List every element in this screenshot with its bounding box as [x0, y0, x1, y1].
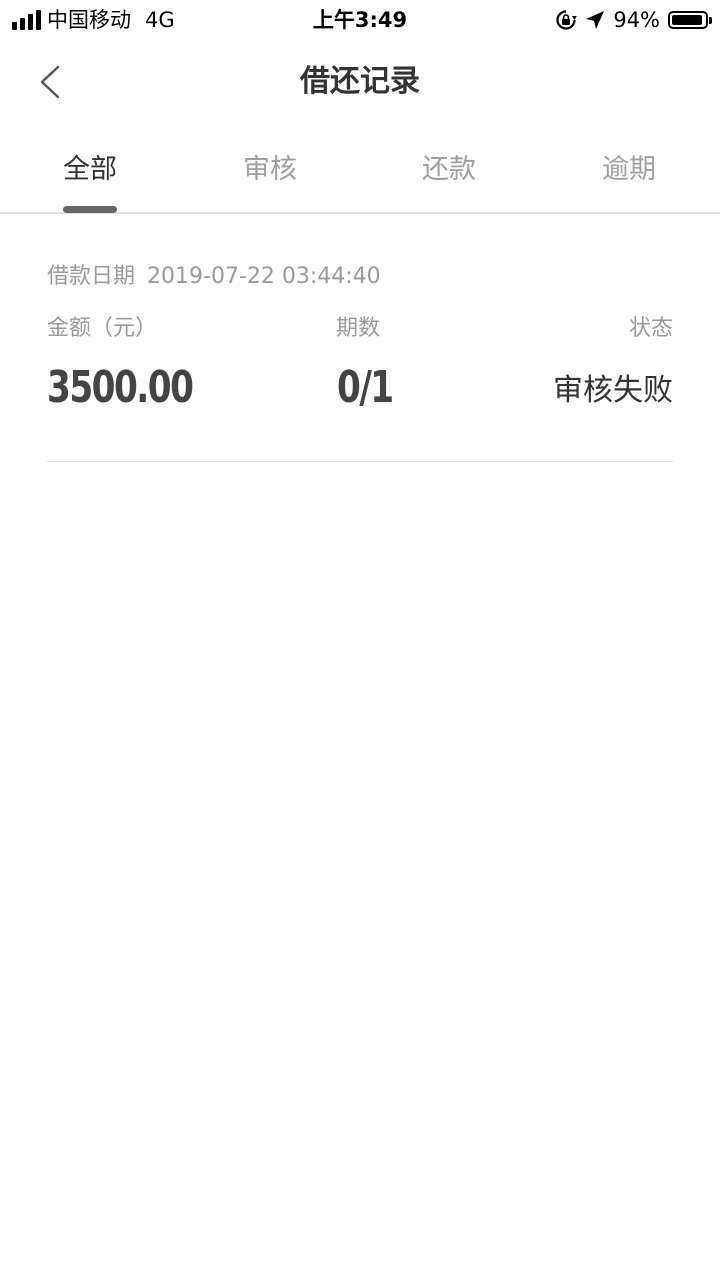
status-value: 审核失败 — [553, 373, 673, 408]
location-arrow-icon — [586, 11, 605, 29]
tab-overdue[interactable]: 逾期 — [602, 152, 656, 188]
nav-header: 借还记录 — [0, 40, 720, 124]
periods-label: 期数 — [336, 316, 381, 341]
amount-value: 3500.00 — [47, 362, 194, 413]
tab-bar: 全部 审核 还款 逾期 — [0, 140, 720, 214]
status-right: 94% — [555, 7, 712, 33]
page-title: 借还记录 — [300, 64, 420, 99]
tab-review[interactable]: 审核 — [243, 152, 297, 188]
active-tab-indicator — [63, 206, 117, 213]
date-label: 借款日期 — [47, 264, 136, 289]
periods-value: 0/1 — [337, 362, 394, 413]
battery-icon — [668, 11, 712, 29]
amount-label: 金额（元） — [47, 316, 158, 341]
battery-percent: 94% — [613, 8, 660, 32]
status-label: 状态 — [628, 316, 673, 341]
record-item[interactable]: 借款日期 2019-07-22 03:44:40 金额（元） 期数 状态 3500… — [47, 256, 673, 462]
status-bar: 中国移动 4G 上午3:49 94% — [0, 0, 720, 40]
record-date-line: 借款日期 2019-07-22 03:44:40 — [47, 262, 381, 292]
battery-fill — [672, 15, 702, 25]
battery-nub — [709, 17, 712, 24]
date-value: 2019-07-22 03:44:40 — [147, 264, 381, 289]
tab-all[interactable]: 全部 — [63, 152, 117, 188]
orientation-lock-icon — [556, 10, 578, 30]
tab-repayment[interactable]: 还款 — [422, 152, 476, 188]
